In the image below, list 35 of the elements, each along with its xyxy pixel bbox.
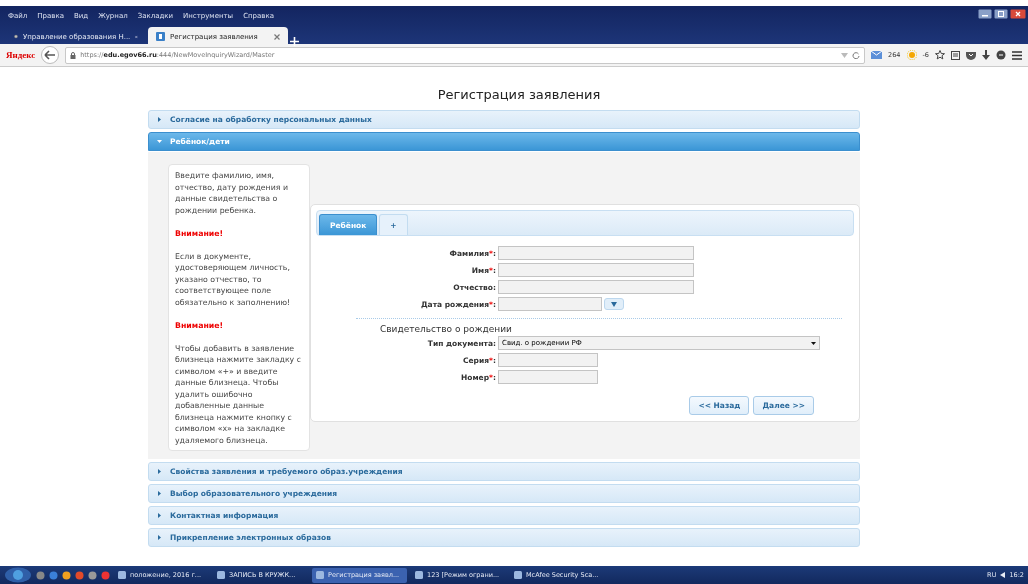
pocket-icon[interactable] [966, 50, 976, 60]
input-field[interactable] [498, 280, 694, 294]
window-icon [217, 571, 225, 579]
caret-down-icon [811, 341, 816, 345]
lock-icon [70, 51, 77, 59]
sun-icon [906, 50, 917, 60]
input-field[interactable] [498, 353, 598, 367]
menu-icon[interactable] [1012, 50, 1022, 60]
date-field[interactable] [498, 297, 602, 311]
input-field[interactable] [498, 263, 694, 277]
download-icon[interactable] [982, 50, 990, 60]
start-icon[interactable] [4, 567, 32, 583]
page-title: Регистрация заявления [436, 86, 602, 104]
caret-down-icon [611, 301, 617, 307]
window-icon [514, 571, 522, 579]
mail-icon [871, 51, 883, 59]
caret-left-icon [1000, 572, 1006, 578]
caret-down-icon [157, 139, 162, 144]
page-icon [156, 32, 165, 41]
clipboard-icon[interactable] [951, 50, 960, 60]
input-field[interactable] [498, 370, 598, 384]
section-subtitle: Свидетельство о рождении [380, 324, 513, 334]
reload-icon [852, 51, 861, 59]
maximize-icon [994, 9, 1008, 19]
minimize-icon [978, 9, 992, 19]
caret-right-icon [157, 117, 162, 122]
dropdown-icon [841, 52, 849, 58]
window-icon [118, 571, 126, 579]
back-icon[interactable] [41, 46, 60, 64]
calendar-button[interactable] [604, 298, 624, 310]
window-icon [316, 571, 324, 579]
input-field[interactable] [498, 246, 694, 260]
star-icon[interactable] [935, 50, 945, 60]
browser-brand: Яндекс [6, 50, 36, 60]
window-icon [415, 571, 423, 579]
